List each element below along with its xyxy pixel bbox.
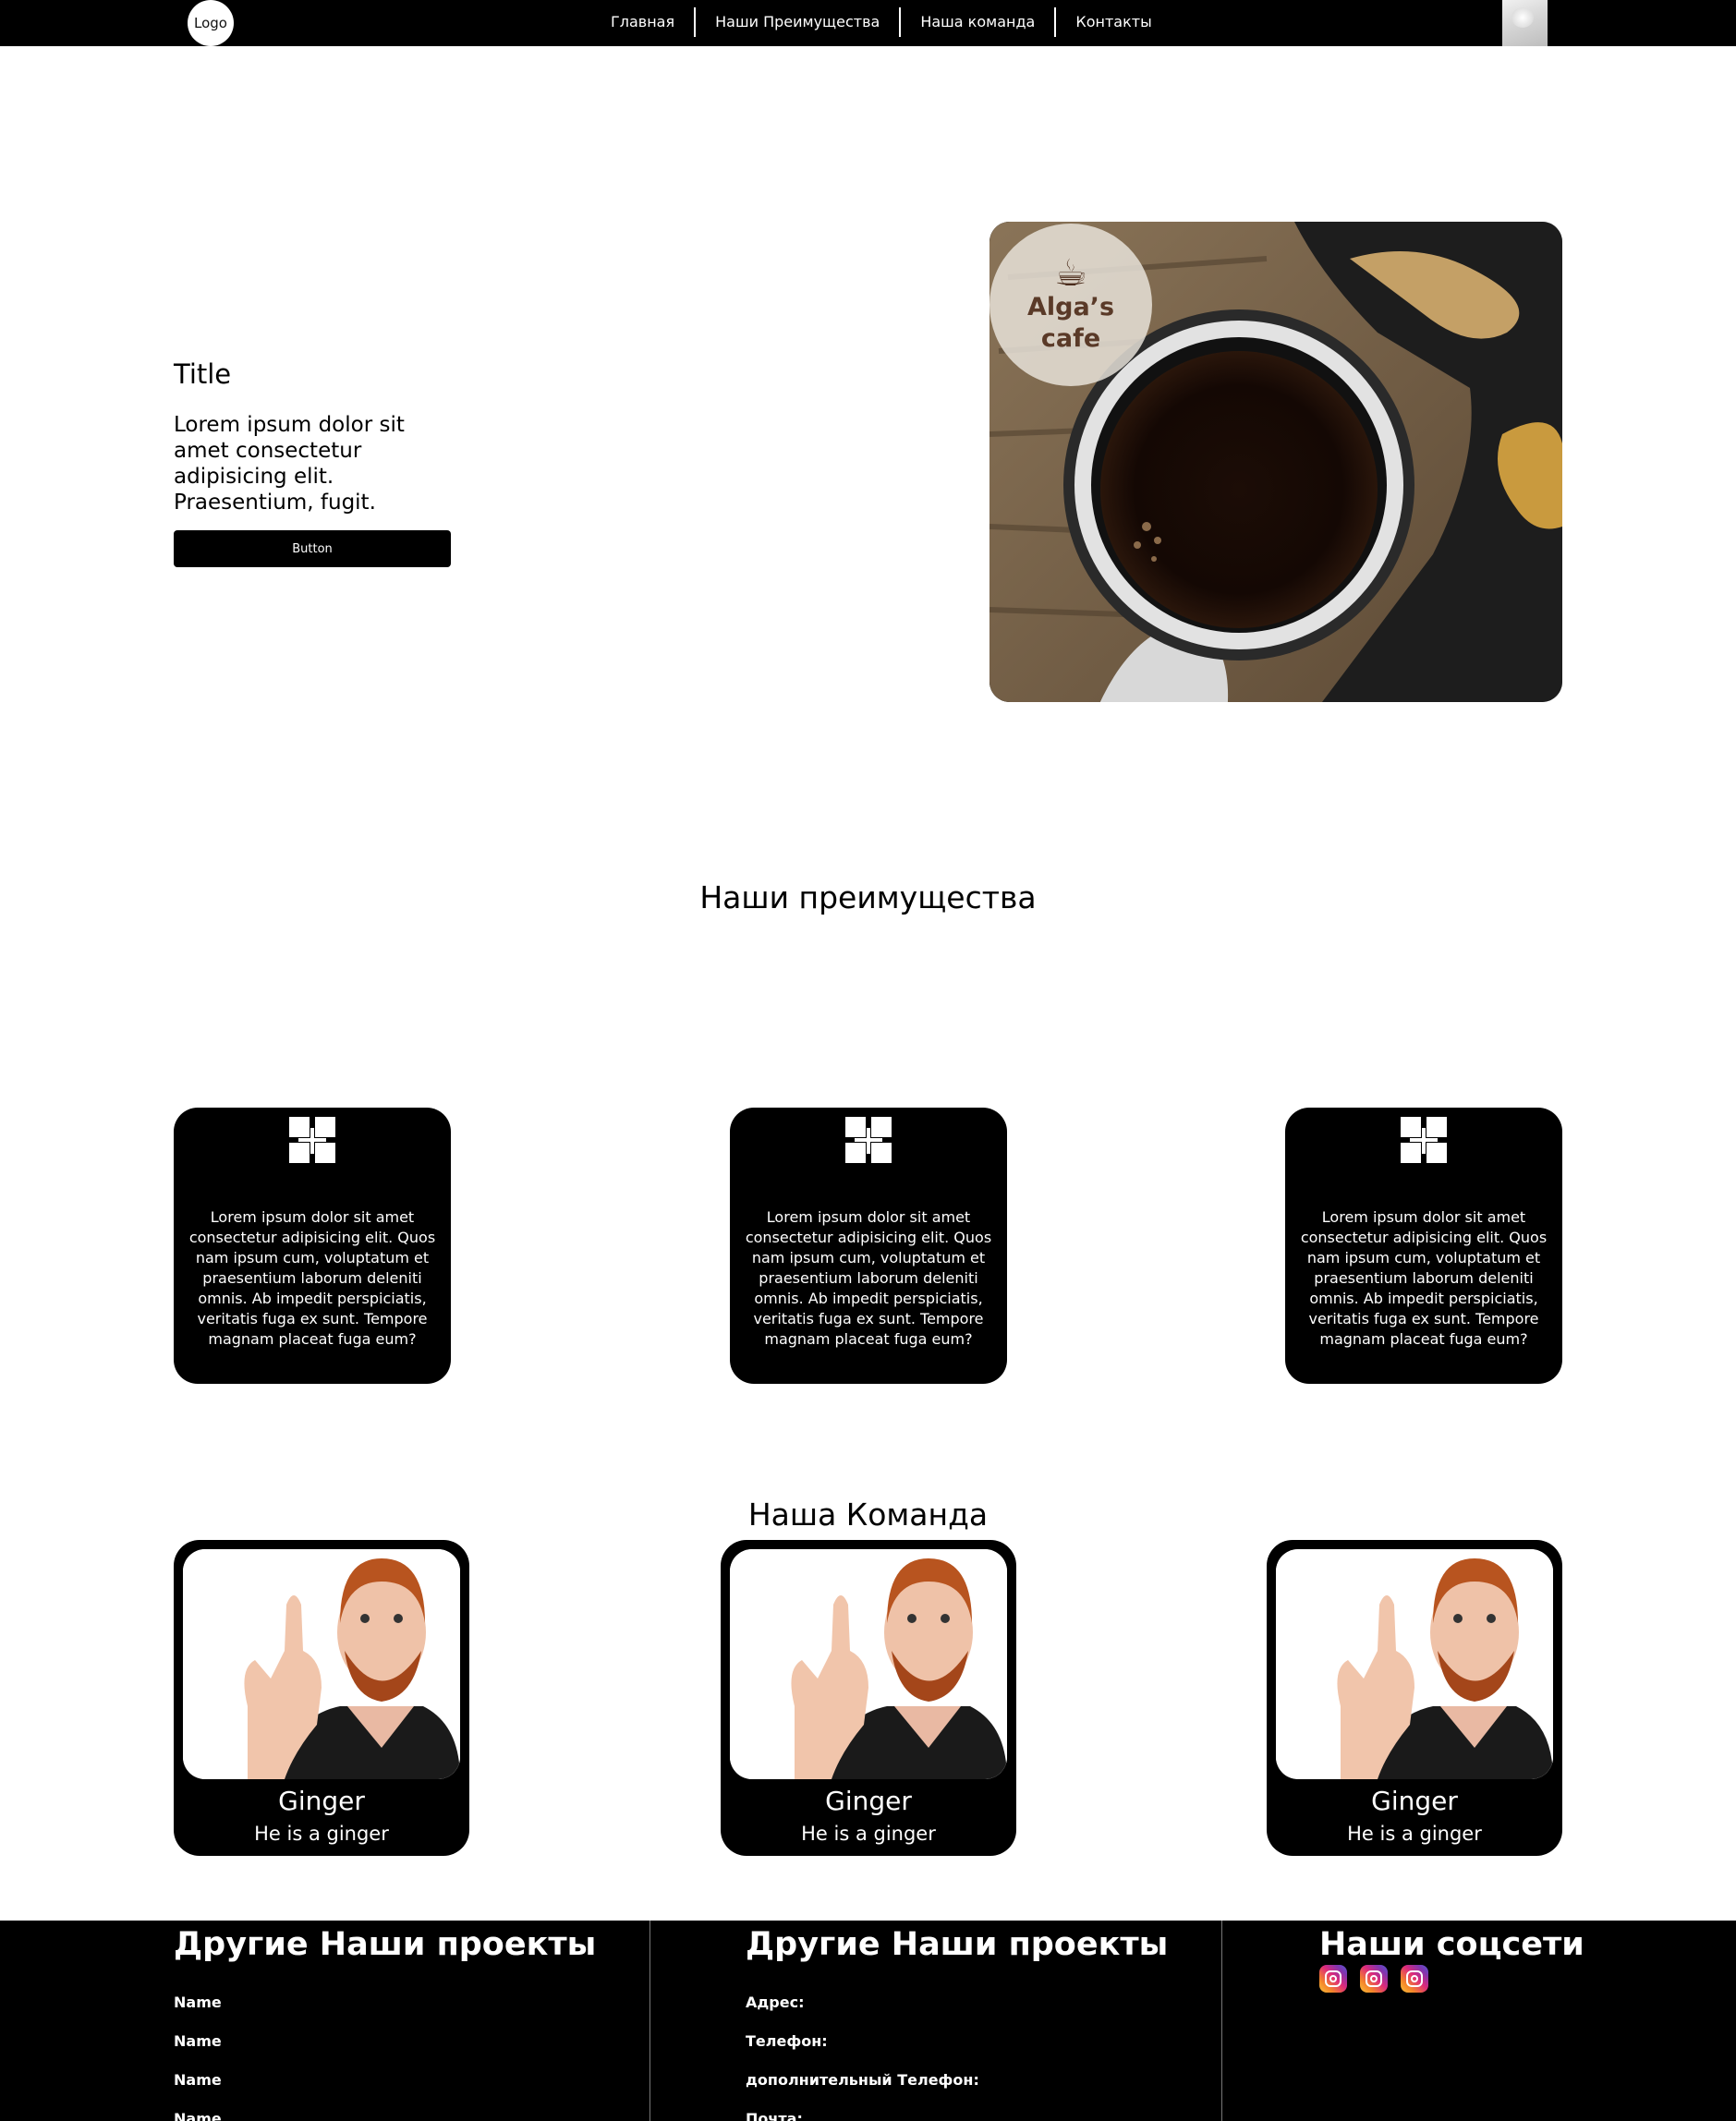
team-member-photo <box>1276 1549 1553 1779</box>
footer-projects-heading: Другие Наши проекты <box>174 1926 597 1963</box>
footer-project-link[interactable]: Name <box>174 2061 222 2100</box>
hero-text: Lorem ipsum dolor sit amet consectetur a… <box>174 413 405 515</box>
logo[interactable]: Logo <box>188 0 234 46</box>
team-member-role: He is a ginger <box>1347 1823 1482 1845</box>
footer-extra-phone: дополнительный Телефон: <box>746 2071 979 2089</box>
nav-item-home[interactable]: Главная <box>591 7 694 37</box>
social-icons <box>1319 1965 1428 1993</box>
footer-project-link[interactable]: Name <box>174 2100 222 2121</box>
hero-title: Title <box>174 358 232 390</box>
footer-projects: Другие Наши проекты Name Name Name Name <box>0 1921 650 2121</box>
cafe-name-line2: cafe <box>1040 324 1101 353</box>
team-member-card: Ginger He is a ginger <box>721 1540 1016 1856</box>
footer-social: Наши соцсети <box>1222 1921 1736 2121</box>
footer-project-link[interactable]: Name <box>174 2022 222 2061</box>
grid-icon <box>289 1117 335 1163</box>
footer-contacts-list: Адрес: Телефон: дополнительный Телефон: … <box>746 1983 979 2121</box>
advantage-card: Lorem ipsum dolor sit amet consectetur a… <box>174 1108 451 1384</box>
advantage-text: Lorem ipsum dolor sit amet consectetur a… <box>745 1208 992 1348</box>
team-member-photo <box>183 1549 460 1779</box>
footer-phone: Телефон: <box>746 2032 828 2050</box>
team-member-role: He is a ginger <box>254 1823 389 1845</box>
footer-social-heading: Наши соцсети <box>1319 1926 1584 1963</box>
grid-icon <box>845 1117 892 1163</box>
advantage-card: Lorem ipsum dolor sit amet consectetur a… <box>730 1108 1007 1384</box>
instagram-icon[interactable] <box>1360 1965 1388 1993</box>
footer-contacts-heading: Другие Наши проекты <box>746 1926 1169 1963</box>
grid-icon <box>1401 1117 1447 1163</box>
team-member-name: Ginger <box>825 1786 912 1816</box>
team-member-name: Ginger <box>278 1786 365 1816</box>
team-member-name: Ginger <box>1371 1786 1458 1816</box>
team-member-role: He is a ginger <box>801 1823 936 1845</box>
instagram-icon[interactable] <box>1401 1965 1428 1993</box>
hero-button[interactable]: Button <box>174 530 451 567</box>
coffee-cup-icon: ☕ <box>1054 252 1087 295</box>
nav-item-advantages[interactable]: Наши Преимущества <box>694 7 899 37</box>
team-member-card: Ginger He is a ginger <box>1267 1540 1562 1856</box>
cafe-logo-badge: ☕ Alga’s cafe <box>989 224 1152 386</box>
instagram-icon[interactable] <box>1319 1965 1347 1993</box>
advantages-title: Наши преимущества <box>699 879 1037 915</box>
team-title: Наша Команда <box>747 1497 989 1533</box>
top-navbar: Logo Главная Наши Преимущества Наша кома… <box>0 0 1736 46</box>
team-member-card: Ginger He is a ginger <box>174 1540 469 1856</box>
advantage-text: Lorem ipsum dolor sit amet consectetur a… <box>188 1208 436 1348</box>
cafe-name-line1: Alga’s <box>1026 293 1115 321</box>
footer-project-link[interactable]: Name <box>174 1983 222 2022</box>
team-member-photo <box>730 1549 1007 1779</box>
advantage-text: Lorem ipsum dolor sit amet consectetur a… <box>1300 1208 1548 1348</box>
hero-coffee-image: ☕ Alga’s cafe <box>989 222 1562 702</box>
footer: Другие Наши проекты Name Name Name Name … <box>0 1921 1736 2121</box>
footer-address: Адрес: <box>746 1994 805 2011</box>
footer-projects-list: Name Name Name Name <box>174 1983 222 2121</box>
nav-item-contacts[interactable]: Контакты <box>1054 7 1171 37</box>
footer-email: Почта: <box>746 2110 803 2121</box>
header-image <box>1502 0 1548 46</box>
advantage-card: Lorem ipsum dolor sit amet consectetur a… <box>1285 1108 1562 1384</box>
nav-item-team[interactable]: Наша команда <box>899 7 1054 37</box>
main-nav: Главная Наши Преимущества Наша команда К… <box>591 7 1171 37</box>
footer-contacts: Другие Наши проекты Адрес: Телефон: допо… <box>650 1921 1222 2121</box>
